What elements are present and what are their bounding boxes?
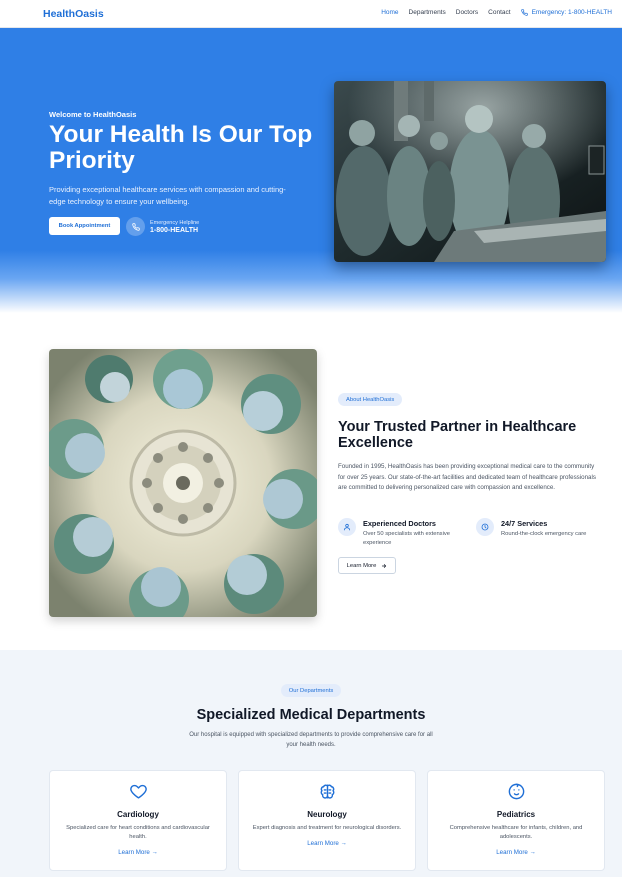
feature-title: Experienced Doctors: [363, 519, 436, 528]
nav-link-contact[interactable]: Contact: [488, 9, 510, 16]
department-card-pediatrics[interactable]: Pediatrics Comprehensive healthcare for …: [427, 770, 605, 871]
department-learn-more-link[interactable]: Learn More →: [239, 840, 415, 847]
department-title: Cardiology: [117, 810, 159, 819]
department-card-cardiology[interactable]: Cardiology Specialized care for heart co…: [49, 770, 227, 871]
feature-experienced-doctors: Experienced Doctors Over 50 specialists …: [338, 518, 473, 547]
department-description: Specialized care for heart conditions an…: [66, 825, 210, 840]
brain-icon: [317, 781, 337, 801]
helpline-phone-icon: [126, 217, 145, 236]
hero-subtitle: Providing exceptional healthcare service…: [49, 185, 286, 206]
nav-links: Home Departments Doctors Contact Emergen…: [381, 9, 612, 16]
department-title: Neurology: [307, 810, 347, 819]
department-description: Expert diagnosis and treatment for neuro…: [252, 825, 402, 831]
department-description: Comprehensive healthcare for infants, ch…: [449, 825, 583, 840]
nav-emergency-text: Emergency: 1-800-HEALTH: [531, 9, 612, 16]
hero-eyebrow: Welcome to HealthOasis: [49, 110, 137, 119]
clock-icon: [476, 518, 494, 536]
learn-more-label: Learn More: [346, 562, 377, 569]
brand-logo[interactable]: HealthOasis: [43, 8, 104, 20]
about-description: Founded in 1995, HealthOasis has been pr…: [338, 463, 596, 491]
feature-24-7-services: 24/7 Services Round-the-clock emergency …: [476, 518, 611, 539]
department-learn-more-link[interactable]: Learn More →: [428, 849, 604, 856]
departments-section: Our Departments Specialized Medical Depa…: [0, 650, 622, 877]
learn-more-button[interactable]: Learn More: [338, 557, 396, 574]
arrow-right-icon: [382, 563, 387, 568]
feature-description: Round-the-clock emergency care: [501, 531, 587, 537]
about-surgeons-image: [49, 349, 317, 617]
departments-subtitle: Our hospital is equipped with specialize…: [189, 732, 433, 748]
department-card-neurology[interactable]: Neurology Expert diagnosis and treatment…: [238, 770, 416, 871]
feature-title: 24/7 Services: [501, 519, 548, 528]
nav-link-doctors[interactable]: Doctors: [456, 9, 478, 16]
helpline-number: 1-800-HEALTH: [150, 226, 199, 234]
top-navbar: HealthOasis Home Departments Doctors Con…: [0, 0, 622, 28]
nav-link-departments[interactable]: Departments: [409, 9, 446, 16]
phone-icon: [520, 9, 528, 16]
hero-title: Your Health Is Our Top Priority: [49, 121, 313, 174]
department-title: Pediatrics: [496, 810, 536, 819]
feature-description: Over 50 specialists with extensive exper…: [363, 531, 450, 546]
about-badge: About HealthOasis: [338, 393, 403, 406]
helpline-text: Emergency Helpline 1-800-HEALTH: [150, 220, 199, 234]
baby-icon: [506, 781, 526, 801]
emergency-helpline[interactable]: Emergency Helpline 1-800-HEALTH: [126, 217, 199, 236]
hero-surgery-image: [334, 81, 606, 262]
book-appointment-button[interactable]: Book Appointment: [49, 217, 120, 235]
heart-icon: [128, 781, 148, 801]
about-title: Your Trusted Partner in Healthcare Excel…: [338, 419, 577, 451]
departments-badge: Our Departments: [280, 684, 342, 697]
nav-emergency-link[interactable]: Emergency: 1-800-HEALTH: [520, 9, 612, 16]
helpline-label: Emergency Helpline: [150, 219, 200, 226]
nav-link-home[interactable]: Home: [381, 9, 398, 16]
departments-title: Specialized Medical Departments: [196, 707, 426, 723]
departments-badge-row: Our Departments: [0, 684, 622, 697]
user-icon: [338, 518, 356, 536]
department-learn-more-link[interactable]: Learn More →: [50, 849, 226, 856]
